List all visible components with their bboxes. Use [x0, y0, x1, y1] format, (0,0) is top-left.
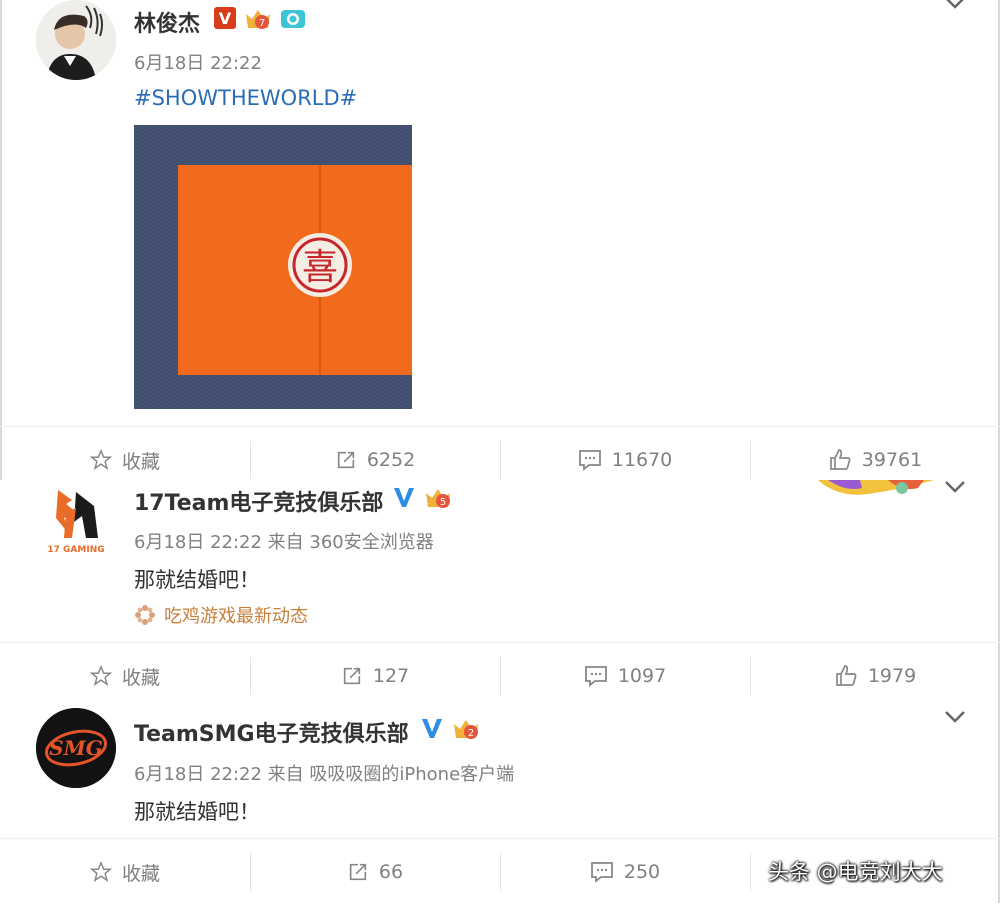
team-logo-17: 17 GAMING [47, 490, 105, 555]
decorative-banner [818, 480, 934, 495]
comment-icon [584, 666, 607, 687]
vip-v-icon[interactable]: V [214, 7, 236, 29]
comment-button[interactable]: 1097 [500, 643, 750, 709]
crown-level: 5 [440, 497, 446, 508]
post-time-source[interactable]: 6月18日 22:22 来自 吸吸吸圈的iPhone客户端 [134, 760, 514, 786]
comment-icon [578, 450, 601, 471]
crown-level-icon[interactable]: 2 [452, 716, 480, 740]
favorite-label: 收藏 [121, 450, 160, 473]
comment-count: 1097 [617, 665, 667, 687]
post-text: 那就结婚吧！ [134, 568, 260, 592]
post-card-1: 林俊杰 V 7 6月18日 22:22 #SHOWTHEWORLD# 喜 收藏 … [0, 0, 1000, 480]
post-text: 那就结婚吧！ [134, 800, 260, 824]
watermark: 头条 @电竞刘大大 [768, 860, 943, 884]
repost-icon [349, 863, 367, 881]
post-image[interactable]: 喜 [134, 125, 412, 409]
favorite-button[interactable]: 收藏 [0, 643, 250, 709]
verified-v-icon[interactable] [420, 716, 444, 740]
chevron-down-icon[interactable] [944, 710, 966, 724]
comment-icon [590, 862, 613, 883]
chevron-down-icon[interactable] [944, 480, 966, 494]
crown-level-icon[interactable]: 5 [424, 485, 452, 509]
wedding-card-image: 喜 [134, 125, 412, 409]
card-border-left [0, 0, 2, 480]
logo-label: 17 GAMING [47, 545, 104, 555]
repost-icon [337, 451, 354, 469]
author-name[interactable]: TeamSMG电子竞技俱乐部 [134, 716, 409, 748]
author-name[interactable]: 17Team电子竞技俱乐部 [134, 485, 383, 517]
double-happiness-glyph: 喜 [302, 247, 338, 288]
topic-label: 吃鸡游戏最新动态 [164, 606, 308, 627]
avatar-image [36, 0, 116, 80]
camera-icon[interactable] [280, 6, 306, 30]
post-time-source[interactable]: 6月18日 22:22 来自 360安全浏览器 [134, 528, 434, 554]
topic-flower-icon [135, 605, 155, 625]
repost-button[interactable]: 127 [250, 643, 500, 709]
comment-count: 250 [623, 861, 661, 883]
divider [750, 853, 751, 891]
thumbs-up-icon [835, 665, 857, 686]
like-count: 1979 [867, 665, 917, 687]
verified-v-icon[interactable] [392, 485, 416, 509]
repost-count: 127 [372, 665, 410, 687]
repost-count: 66 [378, 861, 404, 883]
avatar[interactable]: 17 GAMING [36, 482, 116, 562]
avatar[interactable] [36, 0, 116, 80]
repost-count: 6252 [366, 449, 416, 471]
logo-label: SMG [49, 736, 103, 760]
comment-count: 11670 [611, 449, 673, 471]
star-icon [89, 449, 112, 470]
favorite-label: 收藏 [121, 862, 160, 885]
favorite-button[interactable]: 收藏 [0, 839, 250, 905]
crown-level-icon[interactable]: 7 [244, 6, 272, 30]
post-card-2: 17 GAMING 17Team电子竞技俱乐部 5 6月18日 22:22 来自… [0, 480, 1000, 708]
chevron-down-icon[interactable] [944, 0, 966, 10]
avatar[interactable]: SMG [36, 708, 116, 788]
post-time[interactable]: 6月18日 22:22 [134, 49, 262, 75]
team-logo-smg: SMG [36, 708, 116, 788]
favorite-label: 收藏 [121, 666, 160, 689]
like-button[interactable]: 1979 [750, 643, 1000, 709]
repost-icon [343, 667, 361, 685]
crown-level: 2 [468, 728, 474, 739]
like-count: 39761 [861, 449, 923, 471]
comment-button[interactable]: 250 [500, 839, 750, 905]
topic-link[interactable]: 吃鸡游戏最新动态 [134, 602, 308, 628]
thumbs-up-icon [829, 449, 851, 470]
crown-level: 7 [259, 18, 265, 29]
author-name[interactable]: 林俊杰 [134, 6, 200, 38]
hashtag-link[interactable]: #SHOWTHEWORLD# [134, 86, 357, 110]
star-icon [89, 665, 112, 686]
star-icon [89, 861, 112, 882]
action-bar: 收藏 127 1097 1979 [0, 642, 1000, 708]
repost-button[interactable]: 66 [250, 839, 500, 905]
